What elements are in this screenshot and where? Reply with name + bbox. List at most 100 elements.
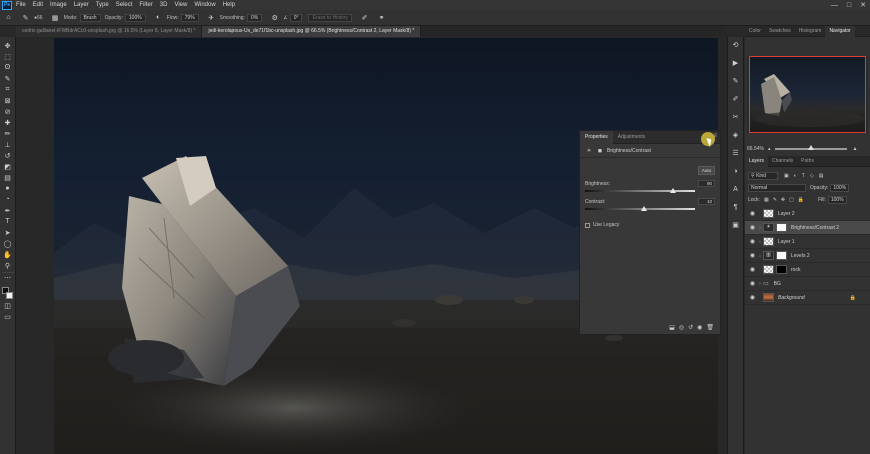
document-tab-2-active[interactable]: jedi-kerolapous-Us_de71f1bc-unsplash.jpg…: [202, 26, 422, 37]
gradient-tool-icon[interactable]: ▤: [2, 172, 14, 183]
tab-swatches[interactable]: Swatches: [765, 26, 795, 37]
layer-opacity-input[interactable]: 100%: [830, 183, 850, 192]
menu-layer[interactable]: Layer: [74, 2, 89, 8]
tab-properties[interactable]: Properties: [580, 130, 613, 144]
zoom-in-icon[interactable]: ▲: [852, 146, 857, 152]
frame-tool-icon[interactable]: ⊠: [2, 95, 14, 106]
kind-filter-select[interactable]: ⚲ Kind: [748, 171, 778, 180]
quick-mask-icon[interactable]: ◫: [2, 300, 14, 311]
dodge-tool-icon[interactable]: ◔: [2, 194, 14, 205]
use-legacy-option[interactable]: Use Legacy: [585, 222, 619, 228]
tab-paths[interactable]: Paths: [797, 156, 818, 167]
paragraph-icon[interactable]: ¶: [730, 201, 742, 213]
healing-brush-tool-icon[interactable]: ✚: [2, 117, 14, 128]
filter-pixel-icon[interactable]: ▣: [784, 173, 789, 179]
angle-input[interactable]: 0°: [289, 13, 303, 22]
tool-presets-icon[interactable]: ✂: [730, 111, 742, 123]
pen-tool-icon[interactable]: ✒: [2, 205, 14, 216]
menu-type[interactable]: Type: [96, 2, 109, 8]
layer-row-background[interactable]: ◉ Background 🔒: [745, 291, 870, 305]
quick-selection-tool-icon[interactable]: ✎: [2, 73, 14, 84]
zoom-slider[interactable]: [775, 144, 848, 150]
erase-to-history-checkbox[interactable]: Erase to History: [308, 13, 353, 22]
filter-smart-icon[interactable]: ▤: [819, 173, 824, 179]
menu-filter[interactable]: Filter: [139, 2, 152, 8]
background-color-swatch[interactable]: [5, 292, 13, 299]
eye-icon[interactable]: ◉: [748, 210, 757, 217]
erase-to-history-control[interactable]: Erase to History: [306, 13, 353, 22]
history-icon[interactable]: ⟲: [730, 39, 742, 51]
tab-histogram[interactable]: Histogram: [795, 26, 826, 37]
maximize-button[interactable]: □: [847, 2, 851, 9]
menu-edit[interactable]: Edit: [33, 2, 43, 8]
smoothing-input[interactable]: 0%: [246, 13, 263, 22]
menu-help[interactable]: Help: [223, 2, 235, 8]
zoom-slider-thumb[interactable]: [808, 144, 815, 150]
eye-icon[interactable]: ◉: [748, 224, 757, 231]
filter-shape-icon[interactable]: ◇: [810, 173, 814, 179]
fill-input[interactable]: 100%: [827, 195, 847, 204]
view-previous-state-icon[interactable]: ◎: [679, 324, 684, 331]
mode-select[interactable]: Brush: [79, 13, 101, 22]
eyedropper-tool-icon[interactable]: ⊘: [2, 106, 14, 117]
brushes-icon[interactable]: ✐: [730, 93, 742, 105]
crop-tool-icon[interactable]: ⌗: [2, 84, 14, 95]
filter-adjustment-icon[interactable]: ◐: [794, 173, 797, 179]
menu-3d[interactable]: 3D: [160, 2, 168, 8]
layer-row[interactable]: ◉ ↓ Layer 1: [745, 235, 870, 249]
pressure-opacity-icon[interactable]: ◐: [154, 13, 163, 22]
zoom-tool-icon[interactable]: ⚲: [2, 260, 14, 271]
tab-channels[interactable]: Channels: [768, 156, 797, 167]
path-selection-tool-icon[interactable]: ➤: [2, 227, 14, 238]
menu-view[interactable]: View: [174, 2, 187, 8]
eye-icon[interactable]: ◉: [748, 294, 757, 301]
contrast-slider-track[interactable]: [585, 208, 695, 210]
adjustments-dock-icon[interactable]: ◑: [730, 165, 742, 177]
contrast-input[interactable]: 10: [698, 198, 715, 205]
tab-adjustments[interactable]: Adjustments: [613, 131, 651, 144]
eraser-tool-preset-icon[interactable]: ✎: [21, 13, 30, 22]
document-tab-1[interactable]: cedric-gallianel-tFWBdrACc0-unsplash.jpg…: [16, 26, 203, 37]
layer-row[interactable]: ◉ ↓ ▥ Levels 2: [745, 249, 870, 263]
brightness-input[interactable]: 90: [698, 180, 715, 187]
menu-window[interactable]: Window: [194, 2, 215, 8]
lock-all-icon[interactable]: 🔒: [798, 197, 804, 203]
marquee-tool-icon[interactable]: ⬚: [2, 51, 14, 62]
gear-icon[interactable]: ⚙: [270, 13, 279, 22]
use-legacy-checkbox[interactable]: [585, 222, 590, 228]
symmetry-icon[interactable]: ⚭: [377, 13, 386, 22]
tab-navigator[interactable]: Navigator: [825, 25, 855, 37]
brush-settings-icon[interactable]: ▦: [51, 13, 60, 22]
filter-type-icon[interactable]: T: [802, 173, 805, 179]
blur-tool-icon[interactable]: ●: [2, 183, 14, 194]
mask-thumbnail[interactable]: [776, 251, 787, 260]
tab-layers[interactable]: Layers: [745, 155, 769, 167]
brush-tool-icon[interactable]: ✏: [2, 128, 14, 139]
move-tool-icon[interactable]: ✥: [2, 40, 14, 51]
libraries-icon[interactable]: ▣: [730, 219, 742, 231]
close-button[interactable]: ✕: [860, 1, 866, 9]
brush-size-picker[interactable]: ● 66: [34, 15, 43, 21]
layer-row[interactable]: ◉ Layer 2: [745, 207, 870, 221]
layer-row[interactable]: ◉ rock: [745, 263, 870, 277]
minimize-button[interactable]: —: [831, 2, 838, 9]
lock-position-icon[interactable]: ✥: [781, 197, 785, 203]
shape-tool-icon[interactable]: ◯: [2, 238, 14, 249]
visibility-eye-icon[interactable]: ◉: [697, 324, 702, 331]
hand-tool-icon[interactable]: ✋: [2, 249, 14, 260]
lasso-tool-icon[interactable]: ʘ: [2, 62, 14, 73]
screen-mode-icon[interactable]: ▭: [2, 311, 14, 322]
navigator-view-box[interactable]: [749, 56, 866, 133]
layer-mask-icon[interactable]: ◼: [596, 147, 604, 154]
eye-icon[interactable]: ◉: [748, 266, 757, 273]
blend-mode-select[interactable]: Normal: [748, 183, 806, 192]
reset-icon[interactable]: ↺: [688, 324, 693, 331]
brightness-slider-thumb[interactable]: [670, 188, 676, 193]
mask-thumbnail[interactable]: [776, 223, 787, 232]
clone-stamp-tool-icon[interactable]: ⊥: [2, 139, 14, 150]
navigator-preview[interactable]: [747, 56, 868, 133]
pressure-size-icon[interactable]: ✐: [360, 13, 369, 22]
mask-thumbnail[interactable]: [776, 265, 787, 274]
opacity-input[interactable]: 100%: [124, 13, 146, 22]
auto-button[interactable]: Auto: [698, 166, 715, 175]
